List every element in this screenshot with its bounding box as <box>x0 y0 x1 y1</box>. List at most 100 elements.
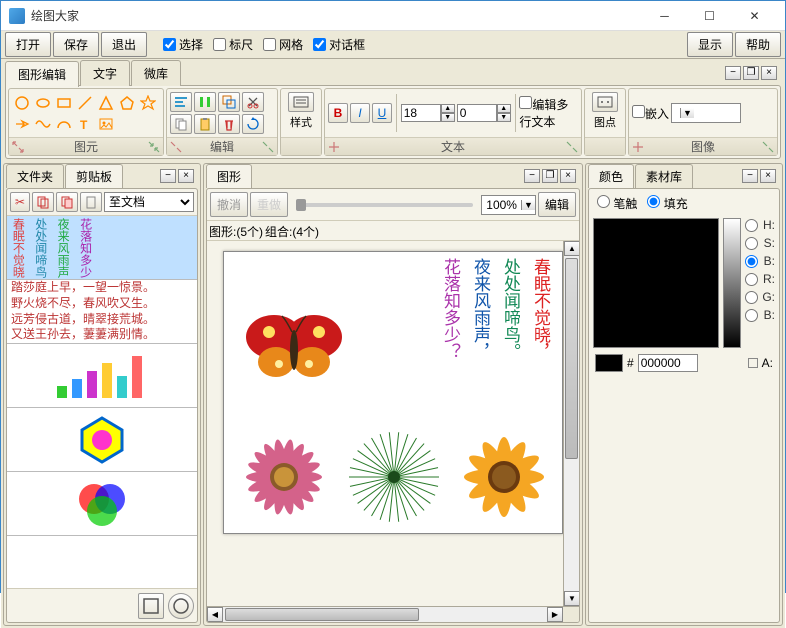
rotate-button[interactable] <box>242 114 264 134</box>
align-button[interactable] <box>170 92 192 112</box>
tab-text[interactable]: 文字 <box>80 60 130 86</box>
to-doc-select[interactable]: 至文档 <box>104 192 194 212</box>
display-button[interactable]: 显示 <box>687 32 733 57</box>
color-field[interactable] <box>593 218 719 348</box>
multiline-checkbox[interactable]: 编辑多行文本 <box>519 96 578 130</box>
shape-arc[interactable] <box>54 114 74 134</box>
panel-max[interactable]: ❐ <box>542 169 558 183</box>
shape-star[interactable] <box>138 93 158 113</box>
paste2-icon[interactable] <box>80 192 102 212</box>
maximize-button[interactable]: ☐ <box>687 2 732 30</box>
panel-close[interactable]: × <box>760 169 776 183</box>
expand-icon[interactable] <box>169 140 183 154</box>
r-radio[interactable] <box>745 273 758 286</box>
group-button[interactable] <box>218 92 240 112</box>
shape-wave[interactable] <box>33 114 53 134</box>
b2-radio[interactable] <box>745 309 758 322</box>
tab-color[interactable]: 颜色 <box>588 164 634 188</box>
embed-combo[interactable]: ▼ <box>671 103 741 123</box>
edit-button[interactable]: 编辑 <box>538 192 576 217</box>
vertical-scrollbar[interactable]: ▲▼ <box>563 241 579 606</box>
paste-button[interactable] <box>194 114 216 134</box>
shape-text[interactable]: T <box>75 114 95 134</box>
shape-ellipse[interactable] <box>33 93 53 113</box>
copy-icon[interactable] <box>32 192 54 212</box>
paste-icon[interactable] <box>56 192 78 212</box>
panel-close[interactable]: × <box>178 169 194 183</box>
dot-button[interactable] <box>592 92 618 112</box>
fill-radio[interactable]: 填充 <box>647 195 687 212</box>
shape-circle[interactable] <box>12 93 32 113</box>
expand-icon[interactable] <box>11 140 25 154</box>
redo-button[interactable]: 重做 <box>250 192 288 217</box>
style-button[interactable] <box>288 92 314 112</box>
grid-checkbox[interactable]: 网格 <box>263 36 303 53</box>
collapse-icon[interactable] <box>761 140 775 154</box>
tab-clipboard[interactable]: 剪贴板 <box>65 164 123 188</box>
collapse-icon[interactable] <box>565 140 579 154</box>
horizontal-scrollbar[interactable]: ◀▶ <box>207 606 579 622</box>
panel-min[interactable]: − <box>524 169 540 183</box>
ribbon-close[interactable]: × <box>761 66 777 80</box>
dialog-checkbox[interactable]: 对话框 <box>313 36 365 53</box>
shape-rect[interactable] <box>54 93 74 113</box>
ribbon-minimize[interactable]: − <box>725 66 741 80</box>
rect-tool[interactable] <box>138 593 164 619</box>
canvas-area[interactable]: 春眠不觉晓， 处处闻啼鸟。 夜来风雨声， 花落知多少？ <box>207 241 579 606</box>
tab-folder[interactable]: 文件夹 <box>6 164 64 188</box>
shape-line[interactable] <box>75 93 95 113</box>
canvas[interactable]: 春眠不觉晓， 处处闻啼鸟。 夜来风雨声， 花落知多少？ <box>223 251 563 534</box>
select-checkbox[interactable]: 选择 <box>163 36 203 53</box>
subtab-groups[interactable]: 组合:(4个) <box>265 223 319 240</box>
panel-min[interactable]: − <box>742 169 758 183</box>
shape-arrow[interactable] <box>12 114 32 134</box>
clip-item-poem[interactable]: 春眠不觉晓 处处闻啼鸟 夜来风雨声 花落知多少 <box>7 216 197 280</box>
subtab-shapes[interactable]: 图形:(5个) <box>209 223 263 240</box>
zoom-combo[interactable]: 100%▼ <box>481 195 536 215</box>
open-button[interactable]: 打开 <box>5 32 51 57</box>
expand-icon[interactable] <box>327 140 341 154</box>
tab-canvas[interactable]: 图形 <box>206 164 252 188</box>
collapse-icon[interactable] <box>261 140 275 154</box>
clip-item-venn[interactable] <box>7 472 197 536</box>
panel-close[interactable]: × <box>560 169 576 183</box>
close-button[interactable]: ✕ <box>732 2 777 30</box>
minimize-button[interactable]: ─ <box>642 2 687 30</box>
font-size-spinner[interactable]: ▲▼ <box>401 104 455 122</box>
ribbon-restore[interactable]: ❐ <box>743 66 759 80</box>
g-radio[interactable] <box>745 291 758 304</box>
save-button[interactable]: 保存 <box>53 32 99 57</box>
cut-button[interactable] <box>242 92 264 112</box>
bold-button[interactable]: B <box>328 103 348 123</box>
undo-button[interactable]: 撤消 <box>210 192 248 217</box>
shape-triangle[interactable] <box>96 93 116 113</box>
tab-shape-edit[interactable]: 图形编辑 <box>5 61 79 87</box>
distribute-button[interactable] <box>194 92 216 112</box>
expand-icon[interactable] <box>631 140 645 154</box>
copy-button[interactable] <box>170 114 192 134</box>
collapse-icon[interactable] <box>147 140 161 154</box>
spacing-spinner[interactable]: ▲▼ <box>457 104 511 122</box>
h-radio[interactable] <box>745 219 758 232</box>
underline-button[interactable]: U <box>372 103 392 123</box>
tab-micro-lib[interactable]: 微库 <box>131 60 181 86</box>
hex-input[interactable] <box>638 354 698 372</box>
italic-button[interactable]: I <box>350 103 370 123</box>
ruler-checkbox[interactable]: 标尺 <box>213 36 253 53</box>
circle-tool[interactable] <box>168 593 194 619</box>
delete-button[interactable] <box>218 114 240 134</box>
shape-image[interactable] <box>96 114 116 134</box>
panel-min[interactable]: − <box>160 169 176 183</box>
shape-pentagon[interactable] <box>117 93 137 113</box>
embed-checkbox[interactable]: 嵌入 <box>632 105 669 122</box>
clip-item-text[interactable]: 踏莎庭上早，一望一惊景。 野火烧不尽，春风吹又生。 远芳侵古道，晴翠接荒城。 又… <box>7 280 197 344</box>
clip-item-hexagon[interactable] <box>7 408 197 472</box>
cut-icon[interactable]: ✂ <box>10 192 30 212</box>
exit-button[interactable]: 退出 <box>101 32 147 57</box>
tab-material[interactable]: 素材库 <box>635 164 693 188</box>
b-radio[interactable] <box>745 255 758 268</box>
stroke-radio[interactable]: 笔触 <box>597 195 637 212</box>
hue-slider[interactable] <box>723 218 741 348</box>
s-radio[interactable] <box>745 237 758 250</box>
clip-item-chart[interactable] <box>7 344 197 408</box>
